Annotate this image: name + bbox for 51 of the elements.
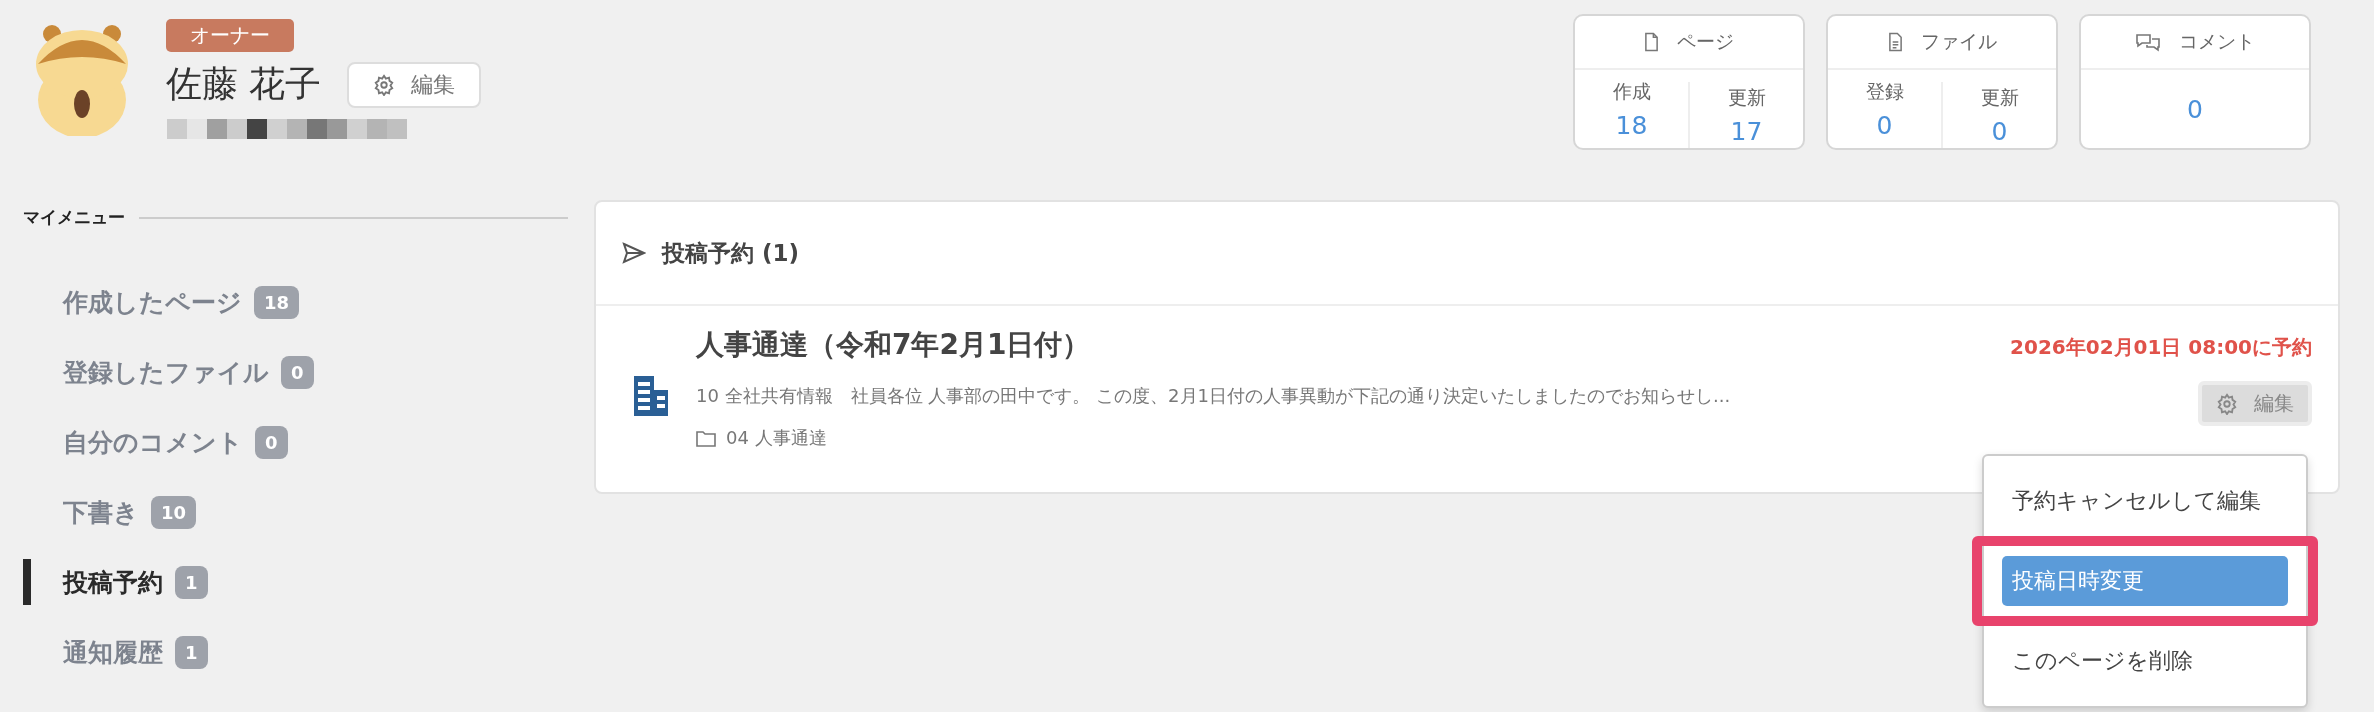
sidebar-label: 下書き bbox=[63, 496, 139, 529]
sidebar-item[interactable]: 通知履歴 1 bbox=[23, 629, 568, 675]
menu-item[interactable]: 投稿日時変更 bbox=[2002, 556, 2288, 606]
edit-profile-button[interactable]: 編集 bbox=[347, 61, 482, 108]
send-icon bbox=[622, 241, 646, 265]
role-badge: オーナー bbox=[166, 19, 294, 52]
panel-title: 投稿予約 (1) bbox=[662, 238, 800, 268]
post-snippet: 10 全社共有情報 社員各位 人事部の田中です。 この度、2月1日付の人事異動が下記の通り決定いたしましたのでお知らせし... bbox=[696, 384, 1732, 408]
sidebar-item[interactable]: 自分のコメント 0 bbox=[23, 419, 568, 465]
stat-label: 作成 bbox=[1612, 78, 1651, 104]
user-name: 佐藤 花子 bbox=[166, 62, 322, 106]
count-badge: 1 bbox=[175, 565, 208, 599]
sidebar-label: 投稿予約 bbox=[63, 566, 163, 599]
sidebar-label: 自分のコメント bbox=[63, 426, 243, 459]
text-file-icon bbox=[1887, 32, 1903, 52]
sidebar-item[interactable]: 作成したページ 18 bbox=[23, 279, 568, 325]
menu-item[interactable]: 予約キャンセルして編集 bbox=[2002, 476, 2288, 526]
stat-value: 17 bbox=[1730, 116, 1763, 146]
count-badge: 1 bbox=[175, 635, 208, 669]
edit-button[interactable]: 編集 bbox=[2198, 381, 2312, 426]
stat-value: 0 bbox=[2187, 94, 2203, 124]
folder-name: 04 人事通達 bbox=[726, 426, 827, 450]
chat-bubbles-icon bbox=[2135, 32, 2161, 52]
stat-title: コメント bbox=[2179, 29, 2255, 54]
sidebar-label: 作成したページ bbox=[63, 286, 242, 319]
menu-item[interactable]: このページを削除 bbox=[2002, 636, 2288, 686]
stat-label: 登録 bbox=[1865, 78, 1904, 104]
sidebar-item[interactable]: 投稿予約 1 bbox=[23, 559, 568, 605]
count-badge: 18 bbox=[254, 285, 300, 319]
folder-icon bbox=[696, 429, 716, 447]
scheduled-date: 2026年02月01日 08:00に予約 bbox=[2010, 334, 2312, 361]
stat-value: 18 bbox=[1615, 110, 1648, 140]
post-title[interactable]: 人事通達（令和7年2月1日付） bbox=[696, 326, 1983, 364]
gear-icon bbox=[2216, 392, 2238, 415]
stat-value: 0 bbox=[1991, 116, 2008, 146]
menu-heading: マイメニュー bbox=[23, 206, 125, 229]
stat-label: 更新 bbox=[1727, 84, 1766, 110]
sidebar-item[interactable]: 登録したファイル 0 bbox=[23, 349, 568, 395]
building-icon bbox=[634, 376, 668, 416]
sidebar-label: 登録したファイル bbox=[63, 356, 269, 389]
stat-title: ファイル bbox=[1920, 29, 1997, 54]
document-icon bbox=[1644, 32, 1659, 52]
stat-label: 更新 bbox=[1980, 84, 2019, 110]
count-badge: 10 bbox=[151, 495, 197, 529]
sidebar-item[interactable]: 下書き 10 bbox=[23, 489, 568, 535]
gear-icon bbox=[373, 73, 396, 96]
count-badge: 0 bbox=[281, 355, 314, 389]
stat-value: 0 bbox=[1876, 110, 1893, 140]
stat-title: ページ bbox=[1677, 29, 1734, 54]
count-badge: 0 bbox=[255, 425, 288, 459]
sidebar-label: 通知履歴 bbox=[63, 636, 163, 669]
